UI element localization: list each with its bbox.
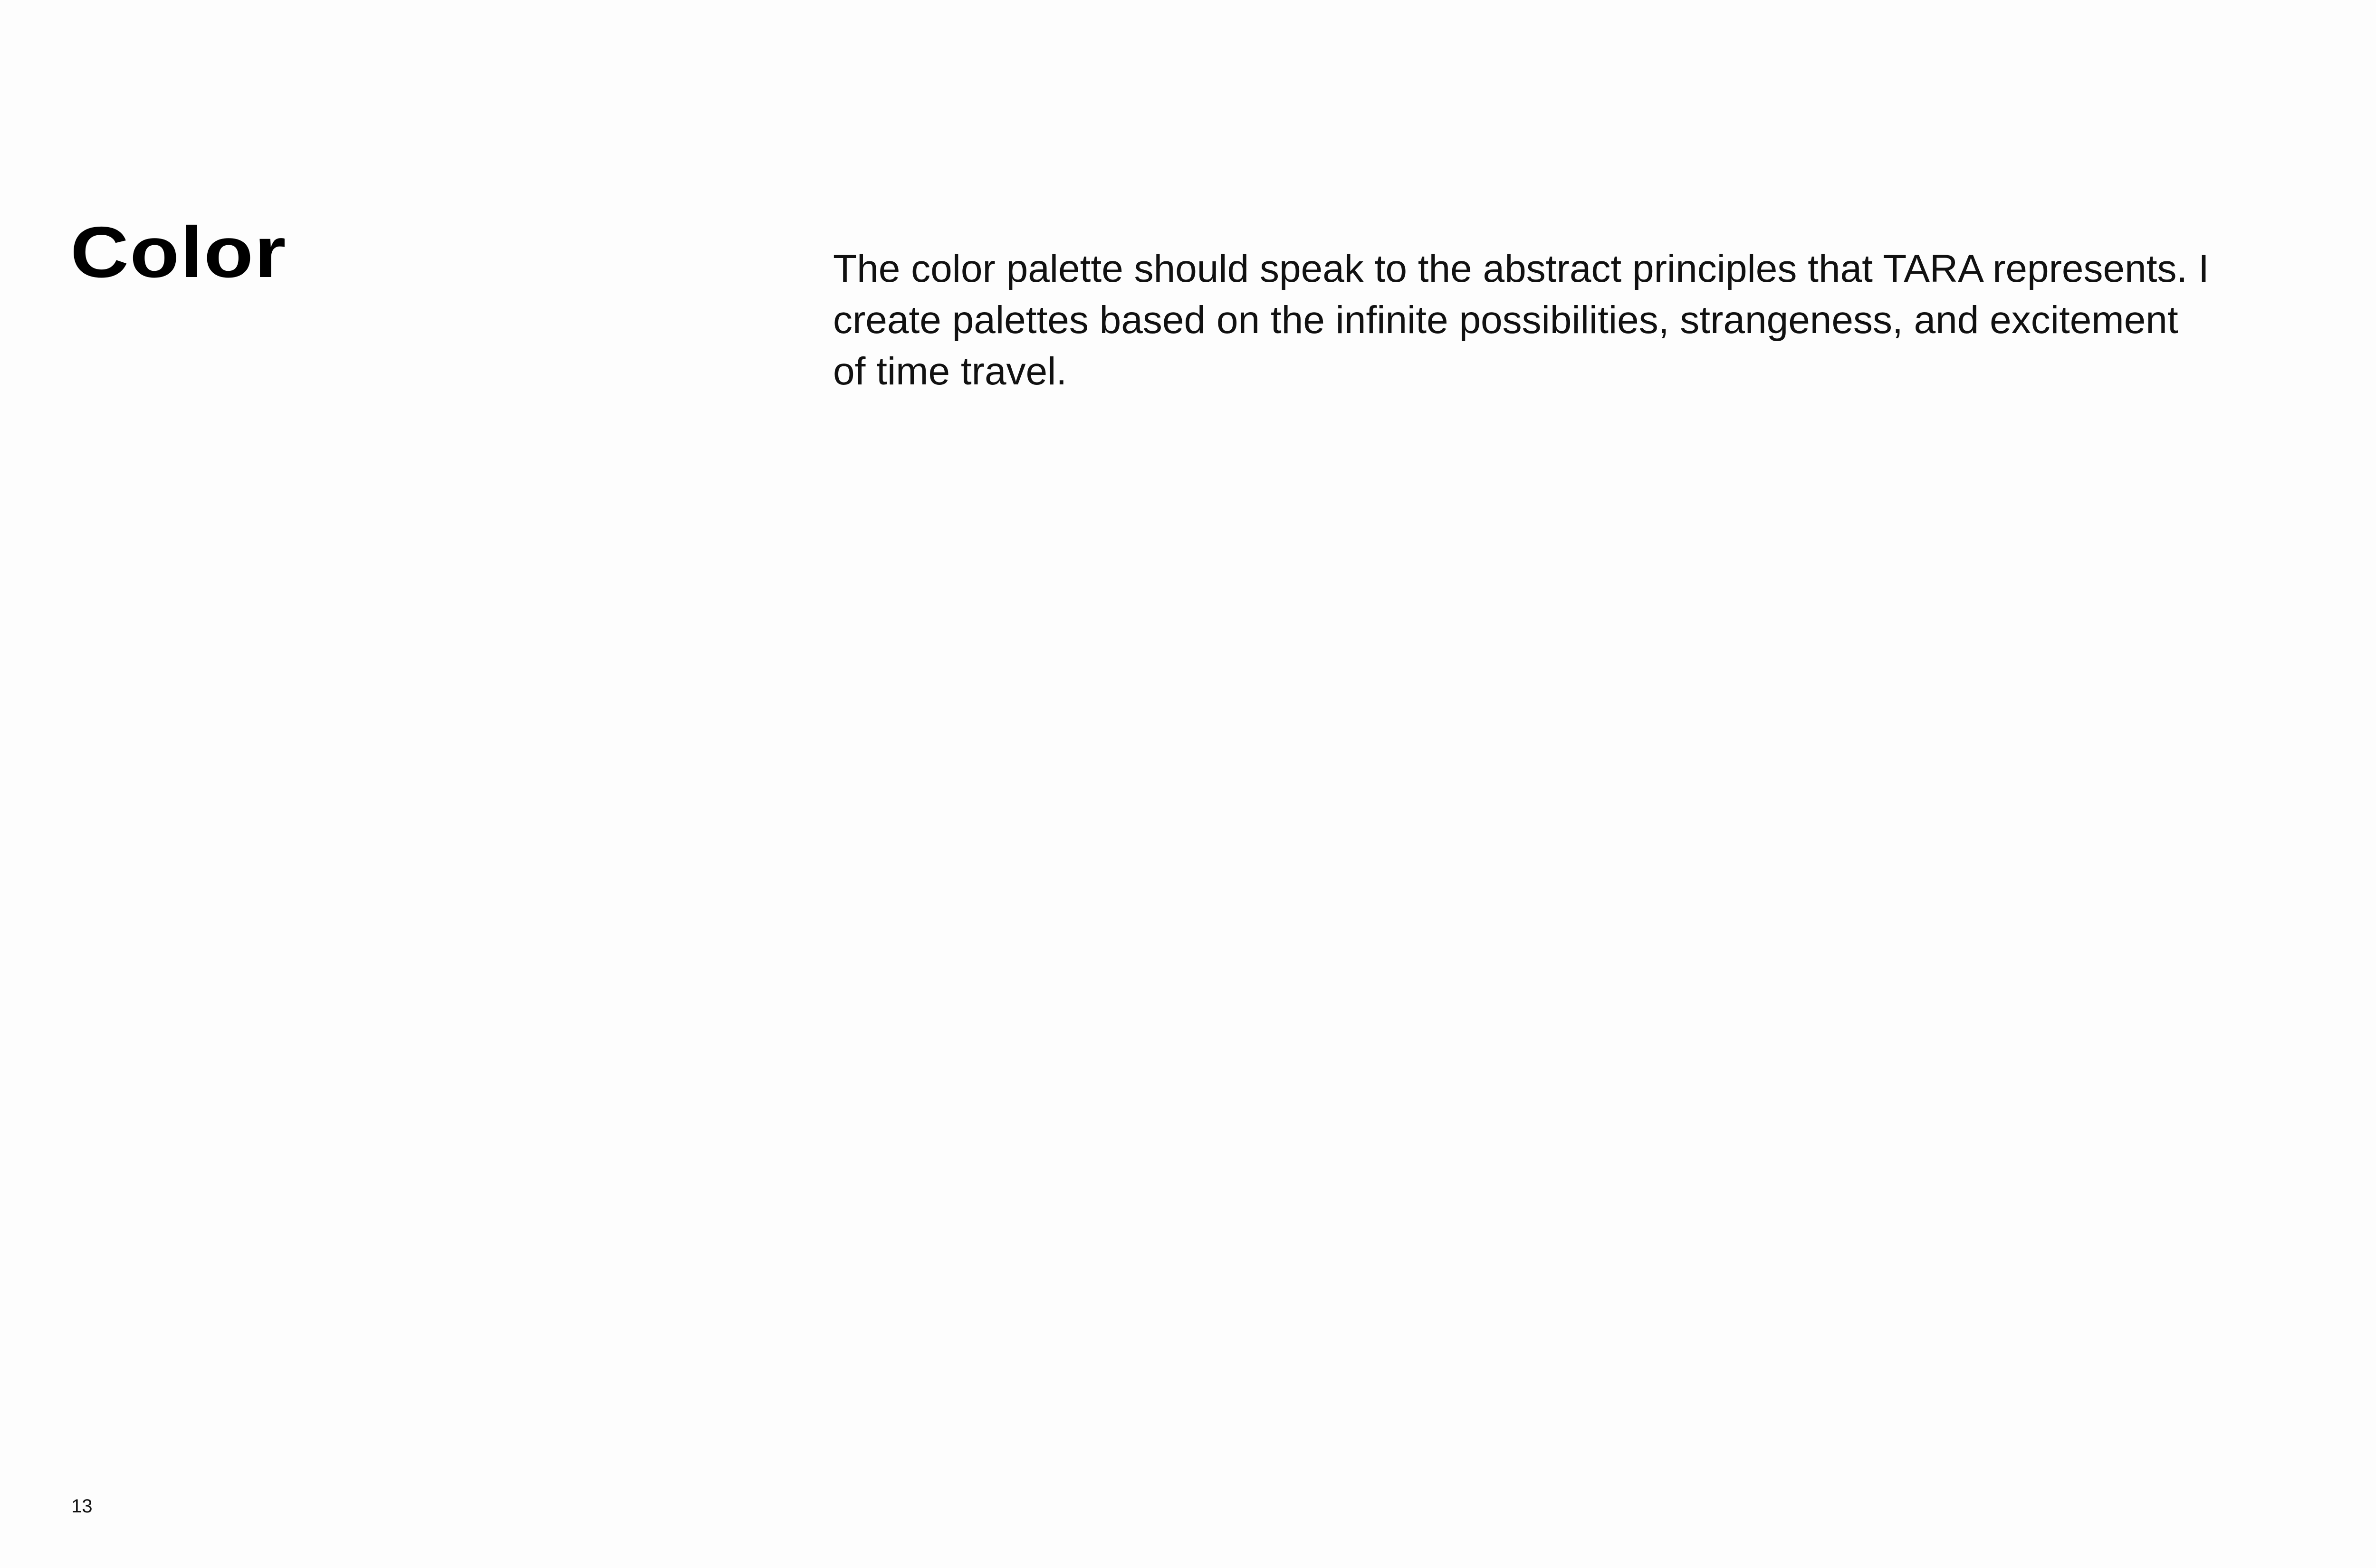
page-number: 13 xyxy=(71,1496,93,1517)
document-page: Color The color palette should speak to … xyxy=(0,0,2376,1568)
page-title: Color xyxy=(70,212,287,293)
body-paragraph: The color palette should speak to the ab… xyxy=(833,247,2209,393)
